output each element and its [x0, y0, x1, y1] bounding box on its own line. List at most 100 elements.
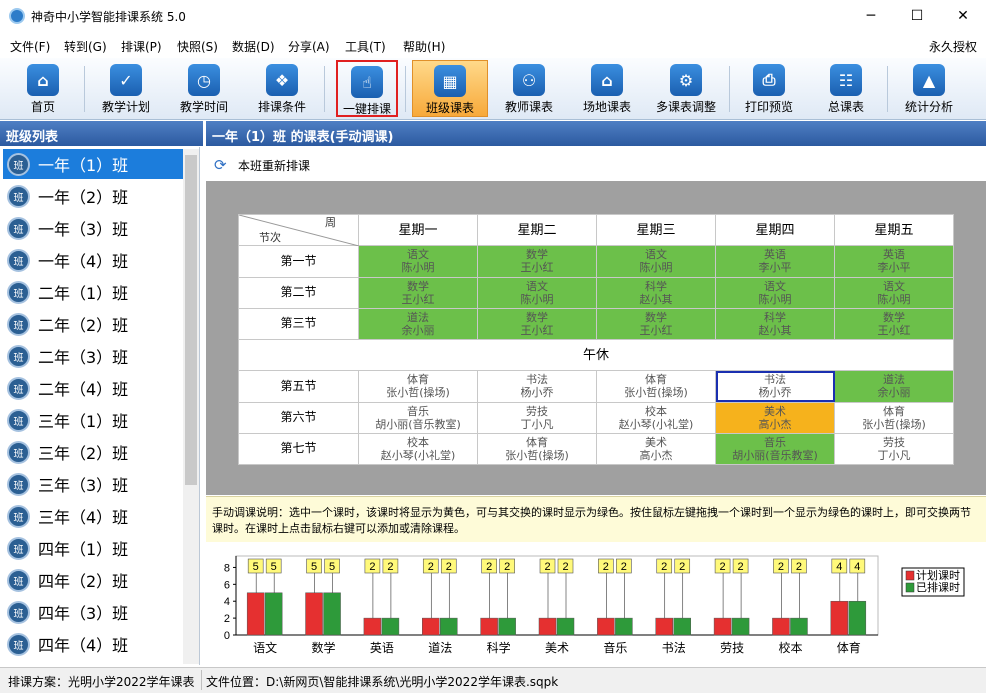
corner-cell: 周节次 — [238, 213, 359, 247]
class-list-item[interactable]: 班三年（3）班 — [3, 469, 183, 499]
lesson-cell[interactable]: 数学 王小红 — [358, 276, 478, 309]
stats-icon: ▲ — [913, 64, 945, 96]
refresh-icon[interactable]: ⟳ — [214, 156, 227, 174]
lesson-cell[interactable]: 道法 余小丽 — [834, 370, 954, 403]
lesson-teacher: 张小哲(操场) — [862, 417, 926, 431]
minimize-button[interactable]: ─ — [848, 0, 894, 32]
lesson-cell[interactable]: 音乐 胡小丽(音乐教室) — [358, 401, 478, 434]
lesson-cell[interactable]: 体育 张小哲(操场) — [834, 401, 954, 434]
lesson-cell[interactable]: 数学 王小红 — [596, 307, 716, 341]
lesson-cell[interactable]: 语文 陈小明 — [834, 276, 954, 309]
class-list-item[interactable]: 班一年（2）班 — [3, 181, 183, 211]
menu-file[interactable]: 文件(F) — [10, 38, 50, 55]
class-list-item[interactable]: 班二年（1）班 — [3, 277, 183, 307]
lesson-cell[interactable]: 语文 陈小明 — [715, 276, 835, 309]
lesson-subject: 语文 — [645, 248, 667, 262]
lesson-cell[interactable]: 校本 赵小琴(小礼堂) — [596, 401, 716, 434]
menu-schedule[interactable]: 排课(P) — [121, 38, 162, 55]
teacher-timetable-button[interactable]: ⚇ 教师课表 — [498, 60, 560, 117]
lesson-cell[interactable]: 科学 赵小其 — [596, 276, 716, 309]
class-icon: 班 — [7, 216, 30, 240]
lesson-teacher: 赵小其 — [639, 292, 673, 306]
menu-tools[interactable]: 工具(T) — [345, 38, 386, 55]
venue-timetable-button[interactable]: ⌂ 场地课表 — [576, 60, 638, 117]
lesson-subject: 美术 — [645, 435, 667, 449]
class-name: 一年（1）班 — [38, 156, 129, 175]
lesson-cell[interactable]: 英语 李小平 — [834, 245, 954, 278]
bar-planned — [655, 617, 673, 636]
bar-scheduled — [615, 617, 633, 636]
hand-pointer-icon: ☝ — [351, 66, 383, 98]
legend-swatch — [905, 570, 915, 581]
lesson-cell[interactable]: 英语 李小平 — [715, 245, 835, 278]
menu-share[interactable]: 分享(A) — [288, 38, 330, 55]
lesson-subject: 美术 — [764, 404, 786, 418]
close-button[interactable]: ✕ — [940, 0, 986, 32]
bar-scheduled — [848, 600, 867, 636]
day-header: 星期二 — [477, 213, 597, 247]
menu-goto[interactable]: 转到(G) — [64, 38, 107, 55]
lesson-cell[interactable]: 语文 陈小明 — [596, 245, 716, 278]
class-list-item[interactable]: 班四年（4）班 — [3, 629, 183, 659]
lesson-cell[interactable]: 科学 赵小其 — [715, 307, 835, 341]
class-list-item[interactable]: 班二年（3）班 — [3, 341, 183, 371]
menu-help[interactable]: 帮助(H) — [403, 38, 445, 55]
class-list-item[interactable]: 班一年（1）班 — [3, 149, 183, 179]
lesson-cell[interactable]: 语文 陈小明 — [358, 245, 478, 278]
one-click-schedule-button[interactable]: ☝ 一键排课 — [336, 60, 398, 117]
lesson-cell[interactable]: 数学 王小红 — [477, 245, 597, 278]
class-list-item[interactable]: 班三年（2）班 — [3, 437, 183, 467]
class-list-item[interactable]: 班四年（1）班 — [3, 533, 183, 563]
class-list-item[interactable]: 班三年（1）班 — [3, 405, 183, 435]
x-tick-label: 科学 — [487, 640, 511, 655]
lesson-cell[interactable]: 劳技 丁小凡 — [477, 401, 597, 434]
class-list-item[interactable]: 班一年（4）班 — [3, 245, 183, 275]
class-list-scrollbar[interactable] — [183, 149, 199, 664]
home-button[interactable]: ⌂ 首页 — [18, 60, 68, 117]
lesson-cell[interactable]: 数学 王小红 — [834, 307, 954, 341]
bar-scheduled — [440, 617, 458, 636]
x-tick-label: 劳技 — [720, 641, 744, 655]
lesson-cell[interactable]: 体育 张小哲(操场) — [477, 432, 597, 466]
teaching-plan-button[interactable]: ✓ 教学计划 — [95, 60, 157, 117]
menu-snapshot[interactable]: 快照(S) — [177, 38, 218, 55]
lesson-cell[interactable]: 书法 杨小乔 — [477, 370, 597, 403]
bar-scheduled — [556, 617, 575, 636]
lesson-cell[interactable]: 美术 高小杰 — [715, 401, 835, 434]
app-icon — [9, 8, 25, 24]
class-list-item[interactable]: 班二年（4）班 — [3, 373, 183, 403]
lesson-cell[interactable]: 书法 杨小乔 — [715, 370, 835, 403]
lesson-teacher: 王小红 — [877, 323, 911, 337]
adjust-icon: ⚙ — [670, 64, 702, 96]
lesson-cell[interactable]: 劳技 丁小凡 — [834, 432, 954, 466]
maximize-button[interactable]: ☐ — [894, 0, 940, 32]
rearrange-button[interactable]: 本班重新排课 — [238, 157, 310, 174]
class-name: 二年（3）班 — [38, 348, 129, 367]
menu-data[interactable]: 数据(D) — [232, 38, 275, 55]
lesson-cell[interactable]: 体育 张小哲(操场) — [596, 370, 716, 403]
lesson-cell[interactable]: 语文 陈小明 — [477, 276, 597, 309]
master-timetable-button[interactable]: ☷ 总课表 — [815, 60, 877, 117]
class-list-item[interactable]: 班三年（4）班 — [3, 501, 183, 531]
lesson-cell[interactable]: 音乐 胡小丽(音乐教室) — [715, 432, 835, 466]
print-preview-button[interactable]: ⎙ 打印预览 — [738, 60, 800, 117]
statistics-button[interactable]: ▲ 统计分析 — [898, 60, 960, 117]
class-list-item[interactable]: 班二年（2）班 — [3, 309, 183, 339]
class-list-item[interactable]: 班一年（3）班 — [3, 213, 183, 243]
class-list-item[interactable]: 班四年（3）班 — [3, 597, 183, 627]
scrollbar-thumb[interactable] — [185, 155, 197, 485]
teaching-time-button[interactable]: ◷ 教学时间 — [173, 60, 235, 117]
lesson-cell[interactable]: 道法 余小丽 — [358, 307, 478, 341]
schedule-conditions-button[interactable]: ❖ 排课条件 — [251, 60, 313, 117]
lesson-teacher: 陈小明 — [520, 292, 554, 306]
data-label: 2 — [486, 561, 492, 573]
class-list-item[interactable]: 班四年（2）班 — [3, 565, 183, 595]
lesson-cell[interactable]: 体育 张小哲(操场) — [358, 370, 478, 403]
lesson-cell[interactable]: 校本 赵小琴(小礼堂) — [358, 432, 478, 466]
multi-timetable-adjust-button[interactable]: ⚙ 多课表调整 — [650, 60, 722, 117]
lesson-teacher: 王小红 — [520, 323, 554, 337]
data-label: 2 — [661, 561, 667, 573]
class-timetable-button[interactable]: ▦ 班级课表 — [412, 60, 488, 117]
lesson-cell[interactable]: 美术 高小杰 — [596, 432, 716, 466]
lesson-cell[interactable]: 数学 王小红 — [477, 307, 597, 341]
